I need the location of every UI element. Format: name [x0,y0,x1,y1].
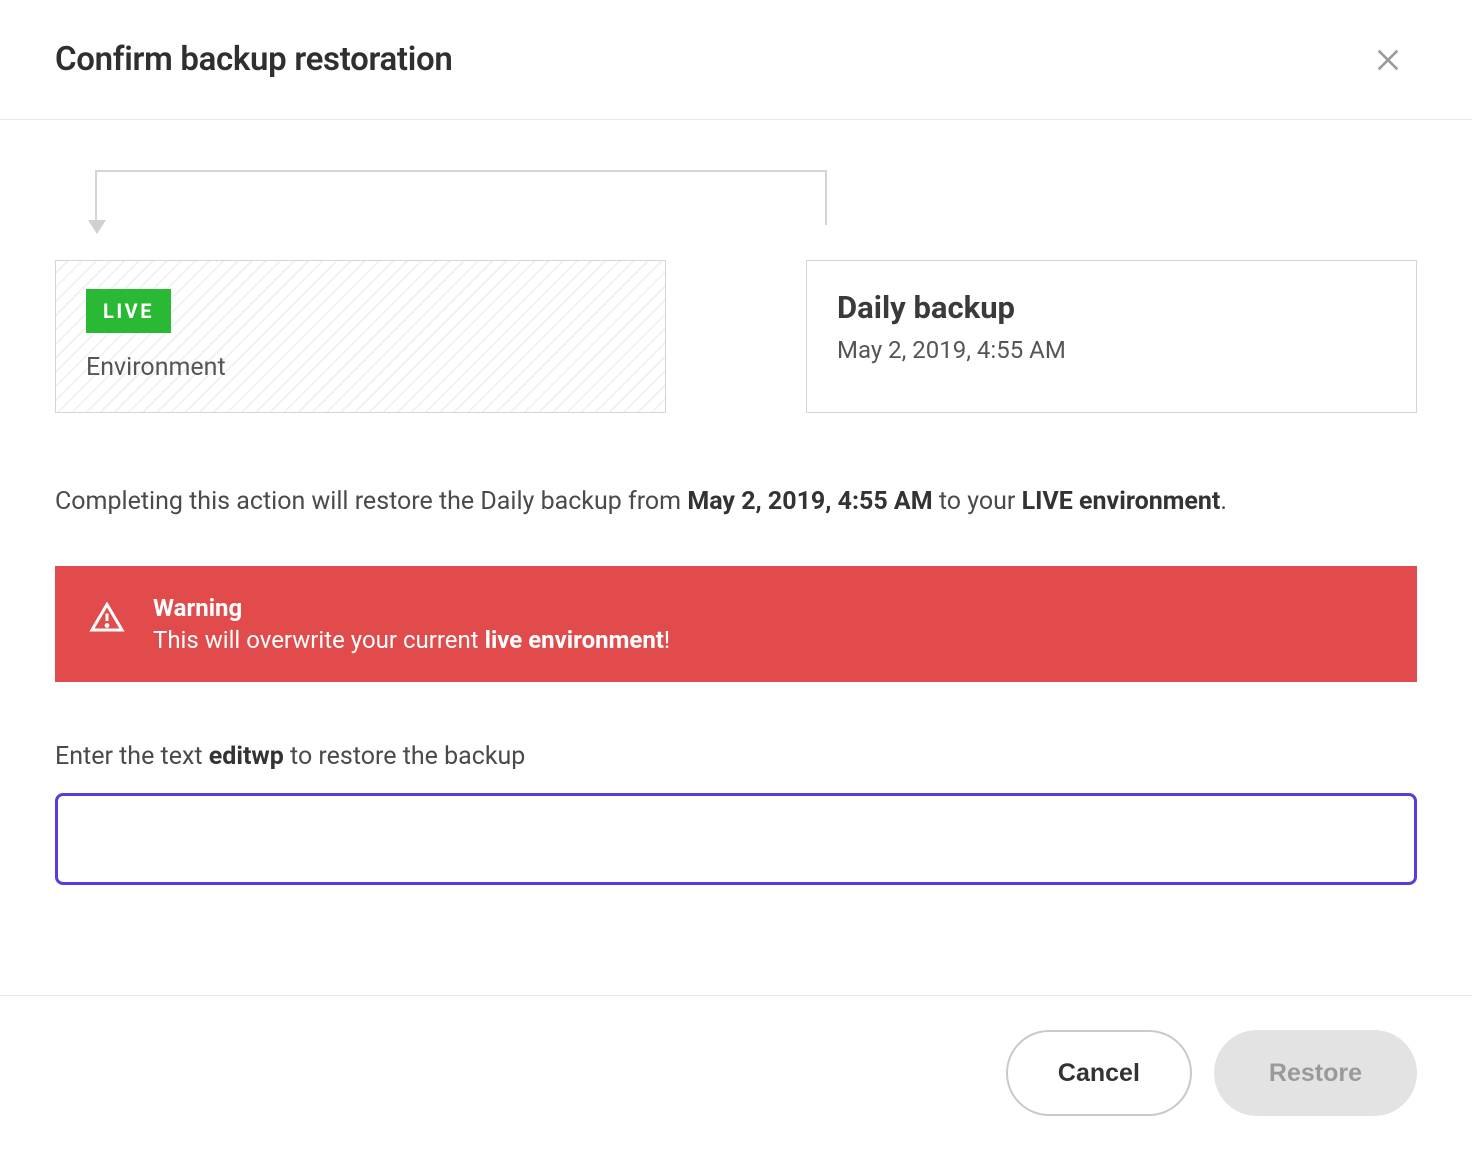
close-icon [1374,46,1402,74]
cancel-button[interactable]: Cancel [1006,1030,1192,1116]
confirm-label-suffix: to restore the backup [284,742,526,771]
modal-footer: Cancel Restore [0,995,1472,1150]
warning-content: Warning This will overwrite your current… [153,594,1383,654]
warning-icon [89,600,125,640]
warning-text: This will overwrite your current live en… [153,626,1383,654]
modal-body: LIVE Environment Daily backup May 2, 201… [0,120,1472,995]
info-time-bold: May 2, 2019, 4:55 AM [687,487,932,516]
info-middle: to your [933,487,1022,516]
warning-text-prefix: This will overwrite your current [153,626,485,654]
warning-text-suffix: ! [664,626,670,654]
info-env-bold: LIVE environment [1022,487,1221,516]
info-prefix: Completing this action will restore the … [55,487,687,516]
info-text: Completing this action will restore the … [55,483,1417,521]
warning-banner: Warning This will overwrite your current… [55,566,1417,682]
confirm-label-bold: editwp [209,742,284,771]
close-button[interactable] [1374,46,1402,74]
arrow-down-icon [88,220,106,234]
restore-button[interactable]: Restore [1214,1030,1417,1116]
modal-header: Confirm backup restoration [0,0,1472,120]
warning-title: Warning [153,594,1383,622]
warning-text-bold: live environment [485,626,664,654]
modal-title: Confirm backup restoration [55,40,452,79]
live-environment-card: LIVE Environment [55,260,666,413]
confirm-input[interactable] [55,793,1417,885]
environment-cards-row: LIVE Environment Daily backup May 2, 201… [55,260,1417,413]
backup-title: Daily backup [837,289,1386,326]
environment-label: Environment [86,353,635,382]
backup-source-card: Daily backup May 2, 2019, 4:55 AM [806,260,1417,413]
flow-connector [95,170,827,225]
confirm-restore-modal: Confirm backup restoration LIVE Environm… [0,0,1472,1150]
info-suffix: . [1220,487,1227,516]
confirm-instruction: Enter the text editwp to restore the bac… [55,742,1417,771]
confirm-label-prefix: Enter the text [55,742,209,771]
live-badge: LIVE [86,289,171,333]
flow-diagram [55,170,1417,260]
backup-timestamp: May 2, 2019, 4:55 AM [837,336,1386,364]
